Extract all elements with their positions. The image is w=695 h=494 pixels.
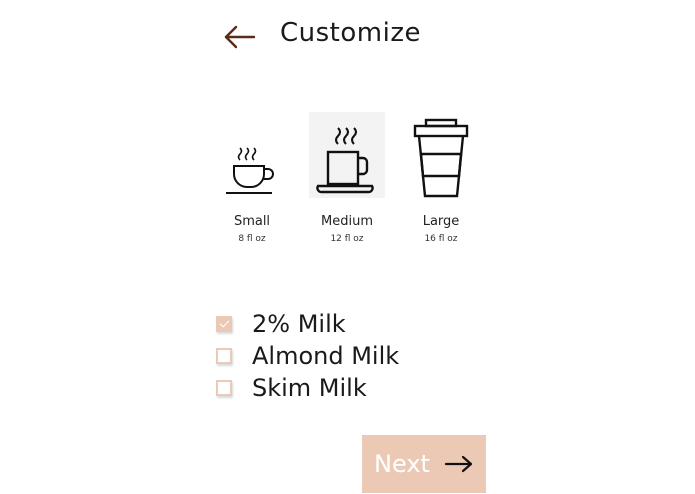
milk-option-skim[interactable]: Skim Milk	[216, 372, 399, 404]
size-volume: 12 fl oz	[330, 234, 364, 244]
size-option-medium[interactable]: Medium 12 fl oz	[302, 112, 392, 244]
next-button[interactable]: Next	[362, 435, 486, 493]
size-icon-box	[396, 112, 486, 198]
size-name: Large	[422, 214, 460, 229]
milk-checkbox[interactable]	[216, 316, 232, 332]
size-option-small[interactable]: Small 8 fl oz	[207, 112, 297, 244]
cup-small-icon	[226, 147, 274, 194]
page-title: Customize	[280, 18, 421, 48]
arrow-left-icon	[224, 25, 256, 49]
size-volume: 16 fl oz	[424, 234, 458, 244]
size-name: Small	[233, 214, 271, 229]
milk-label: Skim Milk	[252, 374, 367, 402]
milk-options-list: 2% Milk Almond Milk Skim Milk	[216, 308, 399, 404]
milk-label: 2% Milk	[252, 310, 346, 338]
size-icon-box	[207, 112, 297, 198]
milk-label: Almond Milk	[252, 342, 400, 370]
milk-checkbox[interactable]	[216, 380, 232, 396]
cup-large-icon	[413, 118, 469, 198]
check-icon	[219, 317, 230, 328]
next-button-label: Next	[374, 450, 430, 478]
milk-option-2-percent[interactable]: 2% Milk	[216, 308, 399, 340]
size-name: Medium	[321, 214, 373, 229]
customize-page: Customize Small 8 fl oz Medium 12 fl oz …	[0, 0, 695, 494]
size-icon-box	[309, 112, 385, 198]
back-button[interactable]	[222, 22, 258, 52]
arrow-right-icon	[444, 455, 473, 473]
size-volume: 8 fl oz	[238, 234, 266, 244]
cup-medium-icon	[316, 127, 374, 194]
size-option-large[interactable]: Large 16 fl oz	[396, 112, 486, 244]
milk-checkbox[interactable]	[216, 348, 232, 364]
milk-option-almond[interactable]: Almond Milk	[216, 340, 399, 372]
